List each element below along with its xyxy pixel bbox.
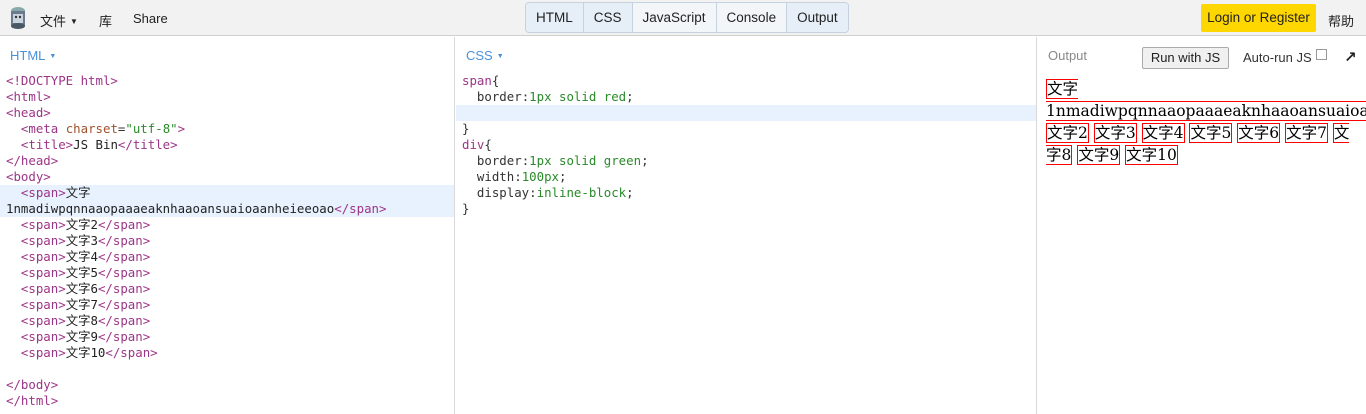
html-code-line: <span>文字9</span> xyxy=(20,329,151,344)
html-code-line: <span>文字8</span> xyxy=(20,313,151,328)
html-panel-label-text: HTML xyxy=(10,48,46,63)
css-code-editor[interactable]: span{ border:1px solid red; } div{ border… xyxy=(456,73,1036,217)
rendered-span-2: 文字2 xyxy=(1046,123,1089,143)
css-code-line: border:1px solid green; xyxy=(476,153,649,168)
css-code-line: width:100px; xyxy=(476,169,567,184)
tab-javascript[interactable]: JavaScript xyxy=(632,3,717,32)
rendered-span-8-head: 文 xyxy=(1333,124,1350,142)
html-code-line: 1nmadiwpqnnaaopaaaeaknhaaoansuaioaanheie… xyxy=(0,201,454,217)
html-code-line: <span>文字2</span> xyxy=(20,217,151,232)
html-code-line: <span>文字3</span> xyxy=(20,233,151,248)
rendered-span-6: 文字6 xyxy=(1237,123,1281,143)
css-code-line: display:inline-block; xyxy=(476,185,634,200)
chevron-down-icon: ▼ xyxy=(70,17,78,26)
html-code-line: </body> xyxy=(6,377,59,392)
output-panel: Output Run with JS Auto-run JS ↗ 文字 1nmad… xyxy=(1038,37,1366,414)
rendered-span-7: 文字7 xyxy=(1285,123,1328,143)
rendered-span-1-text: 文字 xyxy=(1047,80,1079,98)
html-code-line: <span>文字4</span> xyxy=(20,249,151,264)
html-code-line: <span>文字 xyxy=(0,185,454,201)
html-editor-panel: HTML ▼ <!DOCTYPE html> <html> <head> <meta … xyxy=(0,37,455,414)
html-code-line: <html> xyxy=(6,89,51,104)
html-code-line: <span>文字6</span> xyxy=(20,281,151,296)
jsbin-logo-icon[interactable] xyxy=(8,6,28,30)
rendered-span-8-tail: 字8 xyxy=(1046,146,1072,164)
login-register-button[interactable]: Login or Register xyxy=(1201,4,1316,32)
chevron-down-icon: ▼ xyxy=(49,53,57,60)
rendered-span-1-long: 1nmadiwpqnnaaopaaaeaknhaaoansuaioaanheie… xyxy=(1046,102,1366,120)
html-code-line: <title>JS Bin</title> xyxy=(20,137,178,152)
tab-output[interactable]: Output xyxy=(787,3,848,32)
html-code-line xyxy=(0,361,454,377)
rendered-span-1: 文字 1nmadiwpqnnaaopaaaeaknhaaoansuaioaanhe… xyxy=(1046,79,1366,121)
html-code-line: <span>文字5</span> xyxy=(20,265,151,280)
css-code-line: } xyxy=(462,201,470,216)
rendered-span-4: 文字4 xyxy=(1141,123,1185,143)
html-code-editor[interactable]: <!DOCTYPE html> <html> <head> <meta charse… xyxy=(0,73,454,409)
html-code-line: <head> xyxy=(6,105,51,120)
css-editor-panel: CSS ▼ span{ border:1px solid red; } div{ b… xyxy=(456,37,1037,414)
rendered-span-5: 文字5 xyxy=(1189,123,1233,143)
html-code-line: </head> xyxy=(6,153,59,168)
css-panel-label[interactable]: CSS ▼ xyxy=(466,48,504,63)
tab-html[interactable]: HTML xyxy=(526,3,584,32)
tab-console[interactable]: Console xyxy=(716,3,788,32)
menu-share[interactable]: Share xyxy=(133,11,168,26)
css-code-line: span{ xyxy=(462,73,500,88)
css-code-line: border:1px solid red; xyxy=(476,89,634,104)
menu-file-label: 文件 xyxy=(40,14,67,29)
html-code-line: <span>文字7</span> xyxy=(20,297,151,312)
html-panel-label[interactable]: HTML ▼ xyxy=(10,48,56,63)
output-panel-label: Output xyxy=(1048,48,1088,63)
run-with-js-button[interactable]: Run with JS xyxy=(1142,47,1229,69)
rendered-span-3: 文字3 xyxy=(1093,123,1137,143)
html-code-line: </html> xyxy=(6,393,59,408)
rendered-span-9: 文字9 xyxy=(1077,145,1121,165)
html-code-line: <body> xyxy=(6,169,51,184)
tab-css[interactable]: CSS xyxy=(583,3,633,32)
html-code-line: <!DOCTYPE html> xyxy=(6,73,118,88)
popout-arrow-icon[interactable]: ↗ xyxy=(1344,48,1357,66)
rendered-output: 文字 1nmadiwpqnnaaopaaaeaknhaaoansuaioaanhe… xyxy=(1046,78,1366,166)
css-code-line: } xyxy=(462,121,470,136)
rendered-span-10: 文字10 xyxy=(1125,145,1178,165)
html-code-line: <meta charset="utf-8"> xyxy=(20,121,186,136)
panel-tabs: HTML CSS JavaScript Console Output xyxy=(525,2,849,33)
top-toolbar: 文件 ▼ 库 Share HTML CSS JavaScript Console … xyxy=(0,0,1366,36)
menu-file[interactable]: 文件 ▼ xyxy=(40,11,78,30)
menu-library[interactable]: 库 xyxy=(99,11,112,30)
html-code-line: <span>文字10</span> xyxy=(20,345,158,360)
help-menu[interactable]: 帮助 xyxy=(1328,11,1354,30)
css-code-line xyxy=(456,105,1036,121)
autorun-checkbox[interactable] xyxy=(1316,49,1327,60)
css-code-line: div{ xyxy=(462,137,492,152)
autorun-label: Auto-run JS xyxy=(1243,50,1312,65)
chevron-down-icon: ▼ xyxy=(496,53,504,60)
css-panel-label-text: CSS xyxy=(466,48,493,63)
